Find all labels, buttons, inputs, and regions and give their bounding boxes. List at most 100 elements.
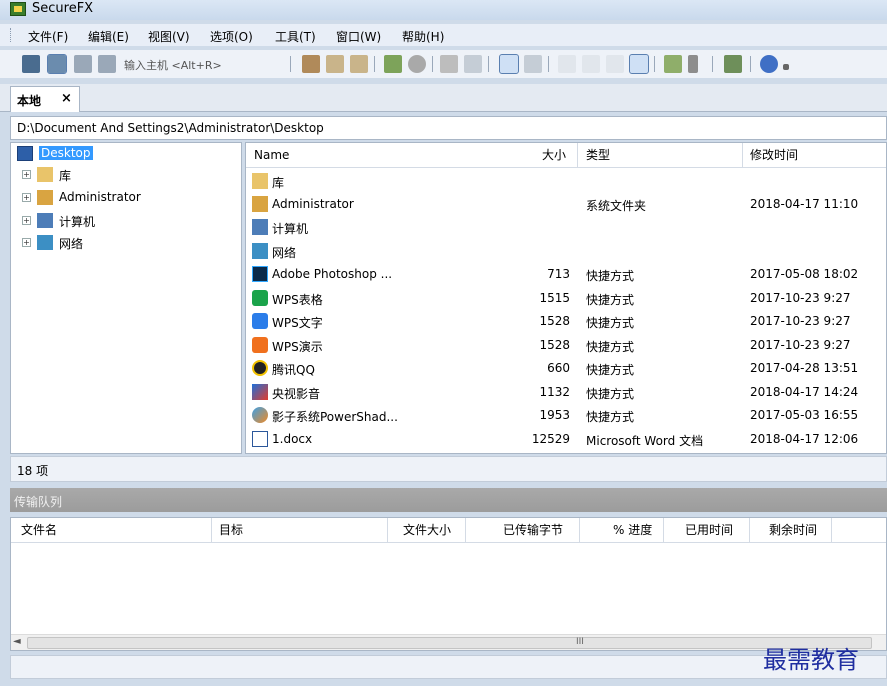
transfer-queue-title: 传输队列: [14, 495, 63, 509]
session-options-icon[interactable]: [724, 55, 742, 73]
close-tab-icon[interactable]: ×: [61, 91, 72, 106]
pin-icon[interactable]: [688, 55, 698, 73]
file-row[interactable]: 计算机: [246, 216, 886, 239]
column-header-name[interactable]: Name: [254, 143, 289, 167]
file-name: WPS表格: [272, 293, 323, 307]
file-name: 腾讯QQ: [272, 363, 315, 377]
file-type: 快捷方式: [586, 410, 635, 424]
file-row[interactable]: WPS演示 1528 快捷方式 2017-10-23 9:27: [246, 334, 886, 357]
delete-icon[interactable]: [440, 55, 458, 73]
column-header-size[interactable]: 大小: [542, 143, 566, 167]
user-folder-icon: [37, 190, 53, 205]
column-divider: [211, 518, 212, 542]
item-count: 18 项: [17, 464, 49, 478]
small-icons-icon[interactable]: [582, 55, 600, 73]
cut-icon[interactable]: [302, 55, 320, 73]
network-icon: [37, 235, 53, 250]
file-row[interactable]: Administrator 系统文件夹 2018-04-17 11:10: [246, 193, 886, 216]
menu-file[interactable]: 文件(F): [28, 28, 68, 45]
disconnect-icon[interactable]: [98, 55, 116, 73]
status-bar: 18 项: [10, 456, 887, 482]
details-view-icon[interactable]: [629, 54, 649, 74]
tree-view-toggle-icon[interactable]: [499, 54, 519, 74]
file-name: WPS演示: [272, 340, 323, 354]
file-modified: 2017-10-23 9:27: [750, 291, 851, 305]
file-row[interactable]: 1.docx 12529 Microsoft Word 文档 2018-04-1…: [246, 428, 886, 451]
folder-tree: Desktop + 库 + Administrator + 计算机 + 网络: [10, 142, 242, 454]
scrollbar-thumb[interactable]: III: [27, 637, 872, 649]
properties-icon[interactable]: [464, 55, 482, 73]
paste-icon[interactable]: [350, 55, 368, 73]
list-view-icon[interactable]: [606, 55, 624, 73]
help-icon[interactable]: [760, 55, 778, 73]
menu-options[interactable]: 选项(O): [210, 28, 253, 45]
file-row[interactable]: 腾讯QQ 660 快捷方式 2017-04-28 13:51: [246, 357, 886, 380]
file-type: 快捷方式: [586, 363, 635, 377]
horizontal-scrollbar[interactable]: ◄ III: [11, 634, 886, 650]
file-modified: 2018-04-17 14:24: [750, 385, 859, 399]
header-divider: [246, 167, 886, 168]
tree-label: 网络: [59, 237, 84, 251]
file-row[interactable]: Adobe Photoshop ... 713 快捷方式 2017-05-08 …: [246, 263, 886, 286]
queue-column-elapsed[interactable]: 已用时间: [685, 518, 733, 542]
copy-icon[interactable]: [326, 55, 344, 73]
file-row[interactable]: 网络: [246, 240, 886, 263]
queue-column-bytes-transferred[interactable]: 已传输字节: [503, 518, 563, 542]
file-size: 713: [547, 267, 570, 281]
column-divider: [663, 518, 664, 542]
host-input[interactable]: 输入主机 <Alt+R>: [124, 57, 222, 73]
file-row[interactable]: 库: [246, 170, 886, 193]
menu-edit[interactable]: 编辑(E): [88, 28, 129, 45]
file-size: 1528: [539, 338, 570, 352]
queue-column-remaining[interactable]: 剩余时间: [769, 518, 817, 542]
menu-help[interactable]: 帮助(H): [402, 28, 444, 45]
sync-icon[interactable]: [664, 55, 682, 73]
tree-label: Desktop: [39, 146, 93, 160]
transfer-queue-title-bar[interactable]: 传输队列: [10, 488, 887, 512]
stop-icon[interactable]: [408, 55, 426, 73]
queue-column-progress[interactable]: % 进度: [613, 518, 652, 542]
tree-label: 计算机: [59, 215, 96, 229]
file-row[interactable]: 央视影音 1132 快捷方式 2018-04-17 14:24: [246, 381, 886, 404]
reconnect-icon[interactable]: [74, 55, 92, 73]
tree-item-desktop[interactable]: Desktop: [11, 144, 241, 164]
queue-column-file-size[interactable]: 文件大小: [403, 518, 451, 542]
split-view-icon[interactable]: [524, 55, 542, 73]
tree-item-administrator[interactable]: + Administrator: [11, 188, 241, 208]
tab-local[interactable]: 本地 ×: [10, 86, 80, 112]
connect-icon[interactable]: [22, 55, 40, 73]
large-icons-icon[interactable]: [558, 55, 576, 73]
expand-icon[interactable]: +: [22, 193, 31, 202]
column-divider: [387, 518, 388, 542]
toolbar-overflow-icon[interactable]: [783, 64, 789, 70]
quick-connect-icon[interactable]: [47, 54, 67, 74]
library-icon: [252, 173, 268, 189]
tree-label: 库: [59, 169, 72, 183]
queue-column-filename[interactable]: 文件名: [21, 518, 57, 542]
file-name: 网络: [272, 246, 297, 260]
file-row[interactable]: 影子系统PowerShad... 1953 快捷方式 2017-05-03 16…: [246, 404, 886, 427]
file-name: 1.docx: [272, 432, 313, 446]
expand-icon[interactable]: +: [22, 216, 31, 225]
column-header-modified[interactable]: 修改时间: [750, 143, 798, 167]
expand-icon[interactable]: +: [22, 170, 31, 179]
file-row[interactable]: WPS表格 1515 快捷方式 2017-10-23 9:27: [246, 287, 886, 310]
expand-icon[interactable]: +: [22, 238, 31, 247]
file-row[interactable]: WPS文字 1528 快捷方式 2017-10-23 9:27: [246, 310, 886, 333]
menu-window[interactable]: 窗口(W): [336, 28, 381, 45]
menu-tools[interactable]: 工具(T): [275, 28, 316, 45]
tree-item-library[interactable]: + 库: [11, 165, 241, 185]
library-icon: [37, 167, 53, 182]
column-header-type[interactable]: 类型: [586, 143, 610, 167]
toolbar-separator: [290, 56, 291, 72]
queue-column-destination[interactable]: 目标: [219, 518, 243, 542]
menu-view[interactable]: 视图(V): [148, 28, 190, 45]
scroll-left-icon[interactable]: ◄: [13, 636, 21, 647]
tree-item-network[interactable]: + 网络: [11, 233, 241, 253]
file-size: 1953: [539, 408, 570, 422]
tree-item-computer[interactable]: + 计算机: [11, 211, 241, 231]
refresh-icon[interactable]: [384, 55, 402, 73]
path-field[interactable]: D:\Document And Settings2\Administrator\…: [10, 116, 887, 140]
header-divider: [11, 542, 886, 543]
column-divider: [465, 518, 466, 542]
